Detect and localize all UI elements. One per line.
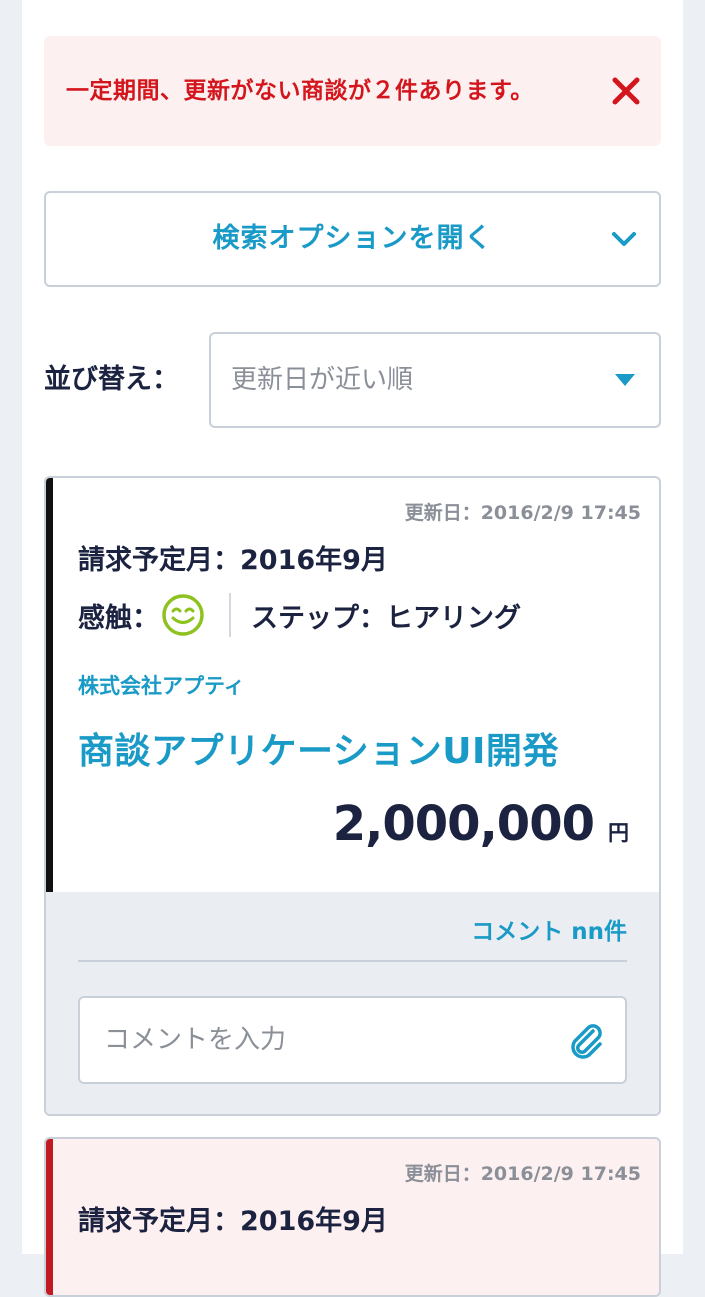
feel-step-row: 感触： ステップ：ヒアリング — [78, 592, 521, 638]
step-status: ステップ：ヒアリング — [251, 602, 521, 634]
smiley-icon — [162, 594, 204, 636]
amount-value: 2,000,000 — [332, 796, 595, 852]
updated-date: 更新日：2016/2/9 17:45 — [404, 1163, 641, 1185]
comment-count-link[interactable]: コメント nn件 — [471, 912, 627, 946]
alert-message: 一定期間、更新がない商談が２件あります。 — [66, 78, 534, 104]
paperclip-icon[interactable] — [569, 1022, 605, 1060]
close-icon[interactable] — [609, 74, 643, 108]
comment-section: コメント nn件 — [46, 892, 659, 1114]
billing-month: 請求予定月：2016年9月 — [78, 545, 388, 576]
billing-month: 請求予定月：2016年9月 — [78, 1206, 388, 1237]
comment-divider — [78, 960, 627, 962]
open-search-options-button[interactable]: 検索オプションを開く — [44, 191, 661, 287]
search-options-label: 検索オプションを開く — [212, 223, 493, 254]
sort-selected-value: 更新日が近い順 — [231, 365, 414, 395]
card-accent-bar — [46, 478, 53, 892]
comment-input-box — [78, 996, 627, 1084]
card-accent-bar — [46, 1139, 53, 1295]
deal-card[interactable]: 更新日：2016/2/9 17:45 請求予定月：2016年9月 感触： ステッ… — [44, 476, 661, 1116]
deal-card[interactable]: 更新日：2016/2/9 17:45 請求予定月：2016年9月 — [44, 1137, 661, 1297]
deal-name-link[interactable]: 商談アプリケーションUI開発 — [78, 722, 559, 774]
deal-amount: 2,000,000 円 — [333, 796, 629, 852]
company-name: 株式会社アプティ — [78, 674, 245, 698]
currency-label: 円 — [608, 821, 629, 845]
caret-down-icon — [615, 374, 635, 386]
vertical-divider — [229, 593, 231, 637]
sort-label: 並び替え： — [44, 364, 179, 395]
chevron-down-icon — [612, 232, 636, 246]
feel-label: 感触： — [78, 602, 159, 634]
comment-input[interactable] — [80, 998, 564, 1082]
sort-select[interactable]: 更新日が近い順 — [209, 332, 661, 428]
updated-date: 更新日：2016/2/9 17:45 — [404, 502, 641, 524]
stale-deals-alert: 一定期間、更新がない商談が２件あります。 — [44, 36, 661, 146]
